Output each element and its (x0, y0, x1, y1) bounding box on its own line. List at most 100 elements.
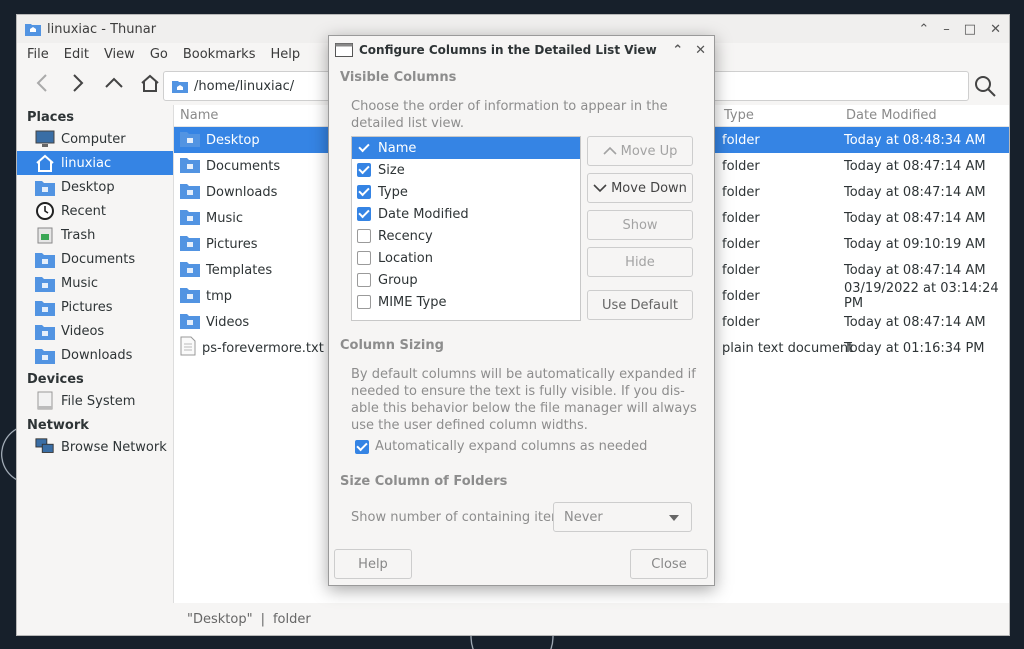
checkbox-unchecked-icon[interactable] (357, 229, 371, 243)
checkbox-checked-icon[interactable] (357, 207, 371, 221)
visible-columns-desc-line2: detailed list view. (351, 116, 465, 131)
sidebar-item-recent[interactable]: Recent (17, 199, 173, 223)
column-item-recency[interactable]: Recency (352, 225, 580, 247)
file-type: folder (722, 132, 760, 148)
folder-icon (180, 182, 200, 203)
file-date: Today at 09:10:19 AM (844, 236, 986, 252)
folder-icon (180, 286, 200, 307)
move-down-button[interactable]: Move Down (587, 173, 693, 203)
hide-button[interactable]: Hide (587, 247, 693, 277)
folder-icon (180, 312, 200, 333)
sidebar-item-linuxiac[interactable]: linuxiac (17, 151, 173, 175)
file-date: Today at 08:47:14 AM (844, 210, 986, 226)
column-item-label: Name (378, 140, 417, 156)
network-heading: Network (27, 418, 89, 433)
location-path: /home/linuxiac/ (194, 78, 295, 94)
checkbox-checked-icon[interactable] (357, 185, 371, 199)
music-folder-icon (35, 274, 55, 292)
search-icon[interactable] (973, 74, 997, 98)
sidebar-item-pictures[interactable]: Pictures (17, 295, 173, 319)
sidebar-item-label: Recent (61, 203, 106, 219)
file-name: Downloads (206, 184, 278, 200)
close-icon[interactable]: ✕ (695, 43, 706, 58)
menu-help[interactable]: Help (270, 47, 300, 62)
auto-expand-checkbox[interactable]: Automatically expand columns as needed (355, 439, 647, 454)
column-item-label: Group (378, 272, 418, 288)
menu-go[interactable]: Go (150, 47, 168, 62)
checkbox-unchecked-icon[interactable] (357, 273, 371, 287)
home-icon (35, 154, 55, 172)
help-button[interactable]: Help (334, 549, 412, 579)
folder-icon (180, 130, 200, 151)
sidebar-item-label: Music (61, 275, 98, 291)
sidebar-item-downloads[interactable]: Downloads (17, 343, 173, 367)
column-item-location[interactable]: Location (352, 247, 580, 269)
sidebar-item-label: linuxiac (61, 155, 112, 171)
maximize-icon[interactable]: □ (964, 22, 976, 37)
column-name[interactable]: Name (180, 108, 218, 123)
sidebar-item-documents[interactable]: Documents (17, 247, 173, 271)
forward-icon[interactable] (67, 72, 89, 94)
minimize-icon[interactable]: – (943, 22, 950, 37)
column-item-name[interactable]: Name (352, 137, 580, 159)
column-item-mime-type[interactable]: MIME Type (352, 291, 580, 313)
sidebar-item-computer[interactable]: Computer (17, 127, 173, 151)
column-sizing-desc-line4: use the user defined column widths. (351, 418, 588, 433)
sidebar-item-music[interactable]: Music (17, 271, 173, 295)
sidebar-item-file-system[interactable]: File System (17, 389, 173, 413)
column-item-group[interactable]: Group (352, 269, 580, 291)
trash-icon (35, 226, 55, 244)
sidebar-item-label: Browse Network (61, 439, 167, 455)
back-icon[interactable] (31, 72, 53, 94)
close-button[interactable]: Close (630, 549, 708, 579)
sidebar-item-browse-network[interactable]: Browse Network (17, 435, 173, 459)
use-default-button[interactable]: Use Default (587, 290, 693, 320)
home-icon[interactable] (139, 72, 161, 94)
chevron-up-icon[interactable]: ⌃ (672, 43, 683, 58)
downloads-folder-icon (35, 346, 55, 364)
move-up-button[interactable]: Move Up (587, 136, 693, 166)
column-type[interactable]: Type (724, 108, 754, 123)
column-item-size[interactable]: Size (352, 159, 580, 181)
file-date: Today at 08:47:14 AM (844, 262, 986, 278)
column-list[interactable]: Name Size Type Date Modified Recency Loc… (351, 136, 581, 321)
up-icon[interactable] (103, 72, 125, 94)
checkbox-checked-icon[interactable] (357, 163, 371, 177)
move-up-label: Move Up (620, 143, 678, 159)
folder-icon (180, 156, 200, 177)
auto-expand-label: Automatically expand columns as needed (375, 439, 648, 454)
file-type: folder (722, 184, 760, 200)
menu-view[interactable]: View (104, 47, 135, 62)
checkbox-unchecked-icon[interactable] (357, 251, 371, 265)
column-sizing-desc-line3: able this behavior below the file manage… (351, 401, 697, 416)
column-item-label: Location (378, 250, 433, 266)
sidebar-item-trash[interactable]: Trash (17, 223, 173, 247)
status-bar: "Desktop" | folder (173, 603, 1009, 635)
chevron-up-icon[interactable]: ⌃ (918, 22, 929, 37)
folder-size-select[interactable]: Never (553, 502, 692, 532)
sidebar: Places Computer linuxiac Desktop Recent … (17, 105, 173, 635)
column-item-type[interactable]: Type (352, 181, 580, 203)
checkbox-unchecked-icon[interactable] (357, 295, 371, 309)
checkbox-checked-icon[interactable] (357, 141, 371, 155)
window-title: linuxiac - Thunar (47, 21, 157, 37)
drive-icon (35, 391, 55, 410)
column-date[interactable]: Date Modified (846, 108, 937, 123)
show-button[interactable]: Show (587, 210, 693, 240)
menu-bookmarks[interactable]: Bookmarks (183, 47, 256, 62)
folder-size-label: Show number of containing items (351, 510, 571, 525)
documents-folder-icon (35, 250, 55, 268)
file-date: Today at 08:48:34 AM (844, 132, 986, 148)
dialog-titlebar[interactable]: Configure Columns in the Detailed List V… (329, 36, 714, 64)
chevron-down-icon (593, 184, 607, 193)
column-item-label: Date Modified (378, 206, 469, 222)
menu-file[interactable]: File (27, 47, 49, 62)
sidebar-item-desktop[interactable]: Desktop (17, 175, 173, 199)
network-icon (35, 438, 55, 456)
sidebar-item-videos[interactable]: Videos (17, 319, 173, 343)
close-icon[interactable]: ✕ (990, 22, 1001, 37)
sidebar-item-label: Desktop (61, 179, 115, 195)
menu-edit[interactable]: Edit (64, 47, 89, 62)
file-type: plain text document (722, 340, 854, 356)
column-item-date-modified[interactable]: Date Modified (352, 203, 580, 225)
